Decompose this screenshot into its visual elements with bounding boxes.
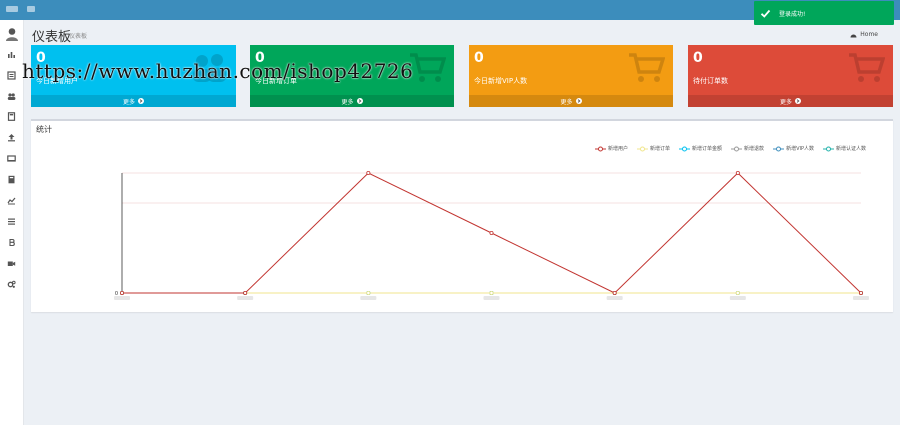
arrow-circle-right-icon <box>356 98 363 104</box>
arrow-circle-right-icon <box>138 98 144 104</box>
sidebar <box>0 20 24 425</box>
dashboard-icon <box>850 34 857 37</box>
sidebar-toggle-button[interactable] <box>27 6 35 12</box>
page-subtitle: 仪表板 <box>69 33 88 40</box>
data-point <box>366 290 371 295</box>
data-point <box>612 290 617 295</box>
more-info-link[interactable]: 更多 <box>688 95 893 107</box>
more-label: 更多 <box>122 98 135 106</box>
breadcrumb-home[interactable]: Home <box>860 31 878 38</box>
data-point <box>489 290 494 295</box>
stat-value: 0 <box>693 50 703 66</box>
stats-line-chart: 0 <box>114 171 869 300</box>
data-point <box>489 231 494 236</box>
user-avatar[interactable] <box>5 27 19 41</box>
more-label: 更多 <box>560 98 573 106</box>
book-icon[interactable] <box>7 175 16 184</box>
data-point <box>243 290 248 295</box>
stat-label: 待付订单数 <box>693 77 728 85</box>
upload-icon[interactable] <box>7 133 16 142</box>
watermark-text: https://www.huzhan.com/ishop42726 <box>22 59 414 83</box>
stat-label: 今日新增VIP人数 <box>474 77 528 85</box>
x-tick-label-placeholder <box>606 296 623 300</box>
x-tick-label-placeholder <box>483 296 500 300</box>
more-label: 更多 <box>779 98 792 106</box>
stat-value: 0 <box>474 50 484 66</box>
data-point <box>120 290 125 295</box>
menu-icon[interactable] <box>7 217 16 226</box>
success-toast[interactable]: 登录成功! <box>754 1 894 25</box>
arrow-circle-right-icon <box>575 98 582 104</box>
video-icon[interactable] <box>7 154 16 163</box>
x-tick-label-placeholder <box>729 296 746 300</box>
cart-icon <box>629 53 665 82</box>
camera-icon[interactable] <box>7 259 16 268</box>
more-info-link[interactable]: 更多 <box>469 95 673 107</box>
calculator-icon[interactable] <box>7 112 16 121</box>
bar-chart-icon[interactable] <box>7 50 16 59</box>
users-icon[interactable] <box>7 92 16 101</box>
data-point <box>859 290 864 295</box>
x-tick-label-placeholder <box>114 296 130 300</box>
page-title: 仪表板 <box>32 30 72 45</box>
data-point <box>735 171 740 176</box>
x-tick-label-placeholder <box>853 296 869 300</box>
more-label: 更多 <box>341 98 354 106</box>
more-info-link[interactable]: 更多 <box>250 95 454 107</box>
x-tick-label-placeholder <box>237 296 254 300</box>
stat-box-pending-orders: 0 待付订单数 更多 <box>688 45 893 107</box>
check-icon <box>760 9 771 18</box>
line-chart-icon[interactable] <box>7 196 16 205</box>
data-point <box>366 171 371 176</box>
breadcrumb[interactable]: Home <box>850 31 878 38</box>
cogs-icon[interactable] <box>7 280 16 289</box>
stat-box-new-vip: 0 今日新增VIP人数 更多 <box>469 45 673 107</box>
more-info-link[interactable]: 更多 <box>31 95 236 107</box>
x-tick-label-placeholder <box>360 296 377 300</box>
list-icon[interactable] <box>7 71 16 80</box>
toast-message: 登录成功! <box>779 10 806 18</box>
logo[interactable] <box>6 6 18 12</box>
arrow-circle-right-icon <box>795 98 801 104</box>
bitcoin-icon[interactable] <box>7 238 16 247</box>
data-point <box>735 290 740 295</box>
stats-panel: 统计 新增用户 新增订单 新增订单金额 新增退款 新增VIP人数 新增认证人数 … <box>31 119 893 312</box>
cart-icon <box>410 53 446 82</box>
cart-icon <box>849 53 885 82</box>
